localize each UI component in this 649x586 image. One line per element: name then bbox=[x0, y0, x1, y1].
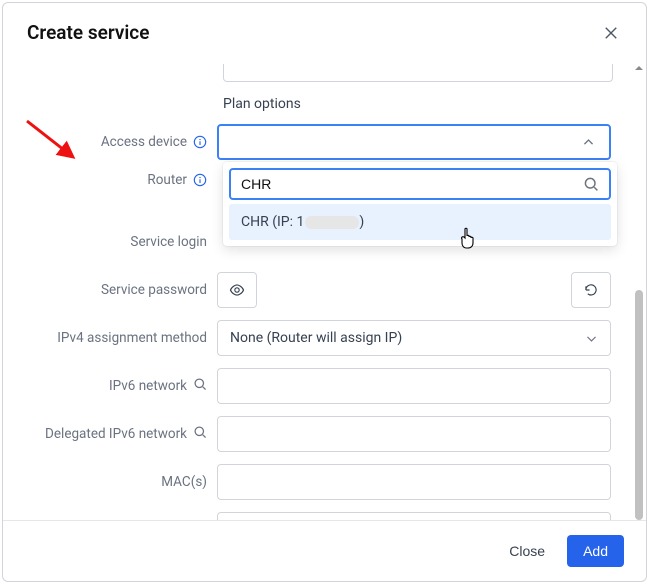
ipv6-network-label: IPv6 network bbox=[109, 378, 187, 394]
create-service-modal: Create service Plan options Access devi bbox=[2, 2, 647, 582]
dropdown-search bbox=[229, 168, 611, 200]
pointer-cursor-icon bbox=[457, 226, 479, 254]
option-text-redacted bbox=[305, 216, 359, 229]
delegated-ipv6-input[interactable] bbox=[217, 416, 611, 452]
info-icon[interactable] bbox=[193, 173, 207, 187]
row-ipv4-method: IPv4 assignment method None (Router will… bbox=[23, 320, 618, 356]
dropdown-search-input[interactable] bbox=[241, 176, 575, 192]
dropdown-option-chr[interactable]: CHR (IP: 1) bbox=[229, 204, 611, 240]
router-label: Router bbox=[147, 172, 187, 188]
service-login-label: Service login bbox=[130, 234, 207, 250]
row-service-password: Service password bbox=[23, 272, 618, 308]
add-button[interactable]: Add bbox=[567, 535, 624, 567]
modal-footer: Close Add bbox=[3, 521, 646, 581]
row-port-id: Port ID bbox=[23, 512, 618, 520]
section-label: Plan options bbox=[223, 96, 618, 112]
scrollbar-handle[interactable] bbox=[635, 290, 643, 520]
delegated-ipv6-label: Delegated IPv6 network bbox=[45, 426, 187, 442]
close-icon[interactable] bbox=[600, 22, 622, 44]
ipv4-method-label: IPv4 assignment method bbox=[57, 330, 207, 346]
previous-field-partial bbox=[223, 64, 613, 82]
row-delegated-ipv6: Delegated IPv6 network bbox=[23, 416, 618, 452]
search-icon[interactable] bbox=[193, 377, 207, 395]
ipv4-method-value: None (Router will assign IP) bbox=[230, 330, 402, 346]
access-device-select[interactable] bbox=[217, 124, 611, 160]
service-password-label: Service password bbox=[101, 282, 207, 298]
ipv4-method-select[interactable]: None (Router will assign IP) bbox=[217, 320, 611, 356]
service-password-input[interactable] bbox=[265, 272, 563, 308]
port-id-input[interactable] bbox=[217, 512, 611, 520]
modal-title: Create service bbox=[27, 21, 149, 44]
access-device-dropdown: CHR (IP: 1) bbox=[223, 162, 617, 246]
scrollbar[interactable] bbox=[635, 60, 643, 512]
chevron-up-icon bbox=[582, 136, 595, 149]
info-icon[interactable] bbox=[193, 135, 207, 149]
option-text-prefix: CHR (IP: 1 bbox=[241, 214, 304, 230]
refresh-icon bbox=[583, 282, 599, 298]
close-button[interactable]: Close bbox=[499, 535, 555, 567]
chevron-down-icon bbox=[585, 332, 598, 345]
macs-input[interactable] bbox=[217, 464, 611, 500]
modal-header: Create service bbox=[3, 3, 646, 56]
modal-body: Plan options Access device bbox=[3, 56, 646, 520]
search-icon[interactable] bbox=[193, 425, 207, 443]
search-icon bbox=[583, 176, 599, 192]
access-device-label: Access device bbox=[101, 134, 187, 150]
eye-icon bbox=[229, 282, 245, 298]
ipv6-network-input[interactable] bbox=[217, 368, 611, 404]
row-ipv6-network: IPv6 network bbox=[23, 368, 618, 404]
scrollbar-up-icon[interactable] bbox=[634, 58, 644, 68]
row-macs: MAC(s) bbox=[23, 464, 618, 500]
row-access-device: Access device CHR (IP: bbox=[23, 124, 618, 160]
option-text-suffix: ) bbox=[359, 214, 364, 230]
regenerate-password-button[interactable] bbox=[571, 272, 611, 308]
show-password-button[interactable] bbox=[217, 272, 257, 308]
macs-label: MAC(s) bbox=[161, 474, 207, 490]
